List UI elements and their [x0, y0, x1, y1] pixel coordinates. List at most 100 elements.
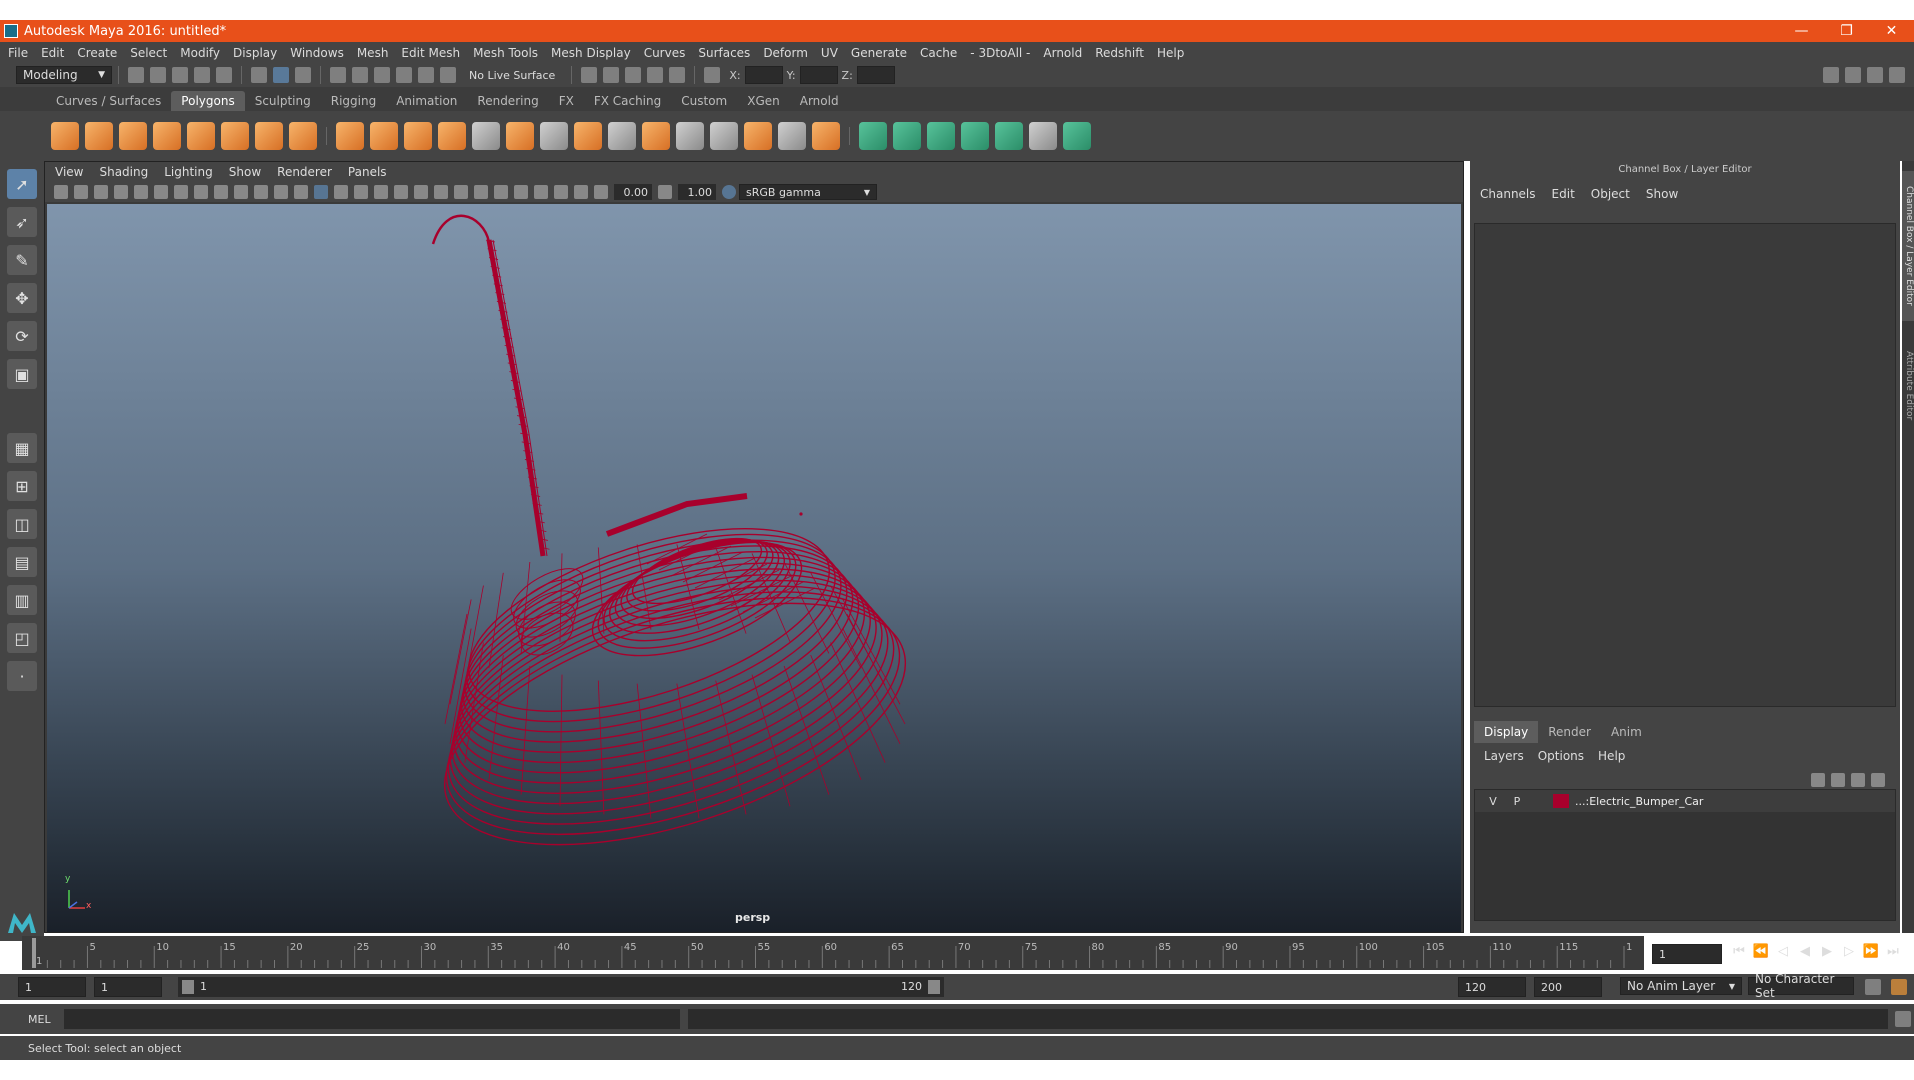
poly-pipe-icon[interactable]: [289, 122, 317, 150]
attribute-editor-side-tab[interactable]: Attribute Editor: [1902, 331, 1914, 441]
extrude-icon[interactable]: [574, 122, 602, 150]
poly-plane-icon[interactable]: [187, 122, 215, 150]
anim-layer-dropdown[interactable]: No Anim Layer ▼: [1620, 977, 1742, 995]
menu-help[interactable]: Help: [1157, 46, 1184, 60]
vp-menu-shading[interactable]: Shading: [99, 165, 148, 179]
exposure-field[interactable]: 0.00: [614, 184, 652, 200]
menu-create[interactable]: Create: [77, 46, 117, 60]
tab-display[interactable]: Display: [1474, 721, 1539, 743]
select-tool-icon[interactable]: ➚: [7, 169, 37, 199]
extract-icon[interactable]: [404, 122, 432, 150]
smooth-shade-icon[interactable]: [334, 185, 348, 199]
menu-windows[interactable]: Windows: [290, 46, 344, 60]
auto-key-icon[interactable]: [1865, 979, 1881, 995]
screen-space-ao-icon[interactable]: [434, 185, 448, 199]
two-d-pan-icon[interactable]: [134, 185, 148, 199]
step-back-frame-icon[interactable]: ◁: [1772, 944, 1794, 959]
safe-title-icon[interactable]: [294, 185, 308, 199]
offset-edge-loop-icon[interactable]: [710, 122, 738, 150]
command-input[interactable]: [64, 1009, 680, 1029]
close-button[interactable]: ✕: [1869, 23, 1914, 39]
render-settings-icon[interactable]: [647, 67, 664, 83]
channel-box-icon[interactable]: [1889, 67, 1905, 83]
xray-joints-icon[interactable]: [574, 185, 588, 199]
grease-pencil-icon[interactable]: [154, 185, 168, 199]
shelf-tab-fx[interactable]: FX: [549, 91, 584, 111]
cb-menu-channels[interactable]: Channels: [1480, 187, 1536, 201]
perspective-viewport[interactable]: y x persp: [47, 204, 1461, 932]
command-language-toggle[interactable]: MEL: [28, 1013, 64, 1026]
shelf-tab-rendering[interactable]: Rendering: [467, 91, 548, 111]
poly-cylinder-icon[interactable]: [119, 122, 147, 150]
modeling-toolkit-icon[interactable]: [1823, 67, 1839, 83]
menu-surfaces[interactable]: Surfaces: [698, 46, 750, 60]
snap-point-icon[interactable]: [374, 67, 390, 83]
view-transform-dropdown[interactable]: sRGB gamma ▼: [739, 184, 877, 200]
shelf-tab-animation[interactable]: Animation: [386, 91, 467, 111]
move-tool-icon[interactable]: ✥: [7, 283, 37, 313]
cylindrical-uv-icon[interactable]: [893, 122, 921, 150]
camera-attributes-icon[interactable]: [74, 185, 88, 199]
single-perspective-layout-icon[interactable]: ▦: [7, 433, 37, 463]
x-field[interactable]: [744, 66, 783, 84]
menu-3dtoall[interactable]: - 3DtoAll -: [970, 46, 1030, 60]
go-to-end-icon[interactable]: ⏭: [1882, 944, 1904, 959]
safe-action-icon[interactable]: [274, 185, 288, 199]
channel-box-area[interactable]: [1474, 223, 1896, 707]
animation-start-field[interactable]: 1: [18, 977, 86, 997]
go-to-start-icon[interactable]: ⏮: [1728, 944, 1750, 959]
current-frame-field[interactable]: 1: [1652, 944, 1722, 964]
layer-row[interactable]: V P ...:Electric_Bumper_Car: [1475, 790, 1895, 812]
anti-aliasing-icon[interactable]: [474, 185, 488, 199]
step-back-key-icon[interactable]: ⏪: [1750, 944, 1772, 959]
shadows-icon[interactable]: [414, 185, 428, 199]
render-frame-icon[interactable]: [603, 67, 620, 83]
restore-button[interactable]: ❐: [1824, 23, 1869, 39]
menu-arnold[interactable]: Arnold: [1043, 46, 1082, 60]
wireframe-icon[interactable]: [314, 185, 328, 199]
snap-live-icon[interactable]: [418, 67, 434, 83]
merge-icon[interactable]: [812, 122, 840, 150]
tab-render[interactable]: Render: [1538, 721, 1601, 743]
transform-input-icon[interactable]: [704, 67, 721, 83]
vp-menu-renderer[interactable]: Renderer: [277, 165, 332, 179]
fill-hole-icon[interactable]: [778, 122, 806, 150]
field-chart-icon[interactable]: [254, 185, 268, 199]
undo-icon[interactable]: [194, 67, 210, 83]
shelf-tab-polygons[interactable]: Polygons: [171, 91, 245, 111]
playback-end-field[interactable]: 120: [1458, 977, 1526, 997]
automatic-uv-icon[interactable]: [961, 122, 989, 150]
menu-curves[interactable]: Curves: [644, 46, 686, 60]
append-polygon-icon[interactable]: [744, 122, 772, 150]
tab-anim[interactable]: Anim: [1601, 721, 1652, 743]
menu-mesh-display[interactable]: Mesh Display: [551, 46, 631, 60]
shelf-tab-custom[interactable]: Custom: [671, 91, 737, 111]
select-hierarchy-icon[interactable]: [251, 67, 267, 83]
motion-blur-icon[interactable]: [454, 185, 468, 199]
multi-cut-icon[interactable]: [540, 122, 568, 150]
bridge-icon[interactable]: [608, 122, 636, 150]
shelf-tab-arnold[interactable]: Arnold: [790, 91, 849, 111]
render-view-icon[interactable]: [581, 67, 598, 83]
lights-icon[interactable]: [394, 185, 408, 199]
xray-icon[interactable]: [534, 185, 548, 199]
layer-visibility-toggle[interactable]: V: [1483, 795, 1503, 808]
redo-icon[interactable]: [216, 67, 232, 83]
play-forwards-icon[interactable]: ▶: [1816, 944, 1838, 959]
scale-tool-icon[interactable]: ▣: [7, 359, 37, 389]
snap-curve-icon[interactable]: [352, 67, 368, 83]
gate-mask-icon[interactable]: [234, 185, 248, 199]
select-component-icon[interactable]: [295, 67, 311, 83]
mode-dropdown[interactable]: Modeling ▼: [16, 66, 112, 84]
outliner-layout-icon[interactable]: ▥: [7, 585, 37, 615]
insert-edge-loop-icon[interactable]: [676, 122, 704, 150]
shelf-tab-xgen[interactable]: XGen: [737, 91, 790, 111]
animation-preferences-icon[interactable]: [1891, 979, 1907, 995]
vp-menu-lighting[interactable]: Lighting: [164, 165, 213, 179]
depth-of-field-icon[interactable]: [494, 185, 508, 199]
lasso-tool-icon[interactable]: ➶: [7, 207, 37, 237]
range-slider[interactable]: 1 120: [178, 977, 944, 997]
save-scene-icon[interactable]: [172, 67, 188, 83]
new-empty-layer-icon[interactable]: [1851, 773, 1865, 787]
menu-redshift[interactable]: Redshift: [1095, 46, 1144, 60]
